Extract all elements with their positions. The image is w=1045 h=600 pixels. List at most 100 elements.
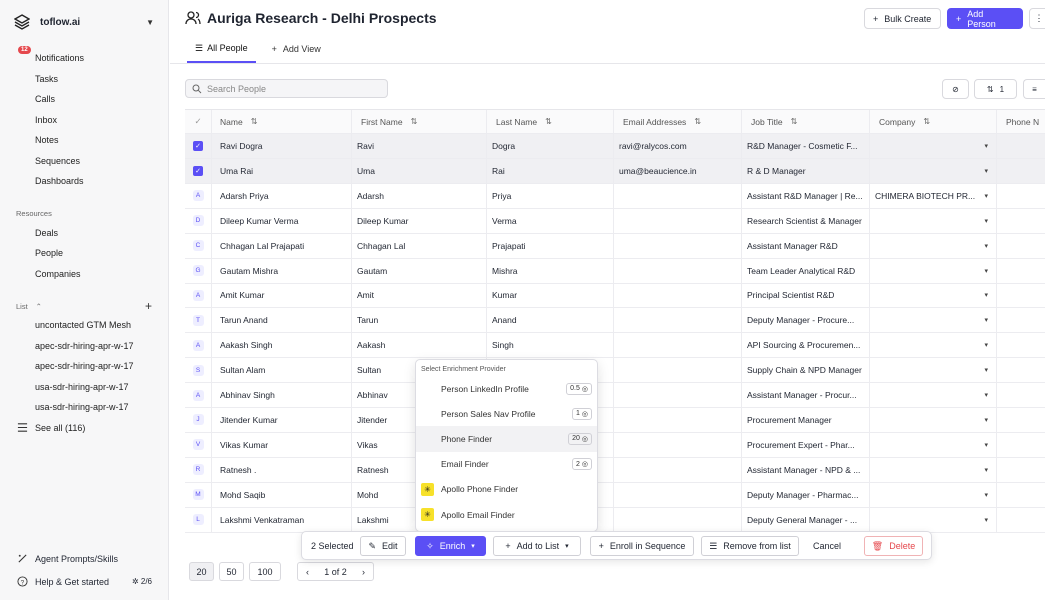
tab-all-people[interactable]: ☰ All People xyxy=(187,35,256,63)
job-title-cell[interactable]: Assistant Manager R&D xyxy=(742,233,870,258)
table-row[interactable]: G Gautam Mishra Gautam Mishra Team Leader An… xyxy=(185,258,1045,284)
last-name-cell[interactable]: Mishra xyxy=(487,258,614,283)
email-cell[interactable] xyxy=(614,432,742,457)
name-cell[interactable]: Dileep Kumar Verma xyxy=(212,208,352,233)
first-name-cell[interactable]: Dileep Kumar xyxy=(352,208,487,233)
last-name-cell[interactable]: Prajapati xyxy=(487,233,614,258)
last-name-cell[interactable]: Rai xyxy=(487,158,614,183)
bulk-create-button[interactable]: + Bulk Create xyxy=(864,8,941,29)
name-cell[interactable]: Lakshmi Venkatraman xyxy=(212,507,352,532)
name-cell[interactable]: Jitender Kumar xyxy=(212,407,352,432)
company-cell[interactable]: ▾ xyxy=(870,358,997,383)
row-select[interactable]: L xyxy=(185,507,212,532)
list-item[interactable]: usa-sdr-hiring-apr-w-17 xyxy=(0,377,168,398)
more-options-button[interactable]: ⋮ xyxy=(1029,8,1045,29)
company-cell[interactable]: ▾ xyxy=(870,457,997,482)
row-select[interactable]: G xyxy=(185,258,212,283)
chevron-down-icon[interactable]: ▾ xyxy=(984,391,988,399)
sort-arrows-icon[interactable]: ⇅ xyxy=(694,117,701,126)
table-row[interactable]: J Jitender Kumar Jitender Procurement Manag… xyxy=(185,407,1045,433)
job-title-cell[interactable]: Deputy Manager - Pharmac... xyxy=(742,482,870,507)
column-header[interactable]: Company ⇅ xyxy=(870,110,997,133)
name-cell[interactable]: Ratnesh . xyxy=(212,457,352,482)
row-select[interactable]: C xyxy=(185,233,212,258)
row-select[interactable]: A xyxy=(185,183,212,208)
first-name-cell[interactable]: Chhagan Lal xyxy=(352,233,487,258)
email-cell[interactable] xyxy=(614,383,742,407)
job-title-cell[interactable]: R & D Manager xyxy=(742,158,870,183)
job-title-cell[interactable]: Procurement Manager xyxy=(742,407,870,432)
row-select[interactable]: S xyxy=(185,358,212,383)
email-cell[interactable] xyxy=(614,358,742,383)
phone-cell[interactable] xyxy=(997,483,1045,507)
name-cell[interactable]: Abhinav Singh xyxy=(212,383,352,407)
see-all-lists[interactable]: See all (116) xyxy=(0,418,168,439)
name-cell[interactable]: Adarsh Priya xyxy=(212,183,352,208)
last-name-cell[interactable]: Priya xyxy=(487,183,614,208)
name-cell[interactable]: Aakash Singh xyxy=(212,333,352,358)
phone-cell[interactable] xyxy=(997,508,1045,532)
sort-arrows-icon[interactable]: ⇅ xyxy=(251,117,258,126)
company-cell[interactable]: ▾ xyxy=(870,432,997,457)
last-name-cell[interactable]: Dogra xyxy=(487,134,614,158)
row-select[interactable]: J xyxy=(185,407,212,432)
company-cell[interactable]: ▾ xyxy=(870,507,997,532)
phone-cell[interactable] xyxy=(997,383,1045,407)
nav-item-sequences[interactable]: Sequences xyxy=(0,151,168,172)
nav-item-dashboards[interactable]: Dashboards xyxy=(0,171,168,192)
enrichment-option[interactable]: ✳ Apollo Email Finder xyxy=(416,502,597,527)
select-all-checkbox[interactable]: ✓ xyxy=(185,110,212,133)
list-item[interactable]: apec-sdr-hiring-apr-w-17 xyxy=(0,356,168,377)
enrichment-option[interactable]: Email Finder 2 ◎ xyxy=(416,452,597,477)
email-cell[interactable]: ravi@ralycos.com xyxy=(614,134,742,158)
table-row[interactable]: C Chhagan Lal Prajapati Chhagan Lal Prajapa… xyxy=(185,233,1045,259)
name-cell[interactable]: Sultan Alam xyxy=(212,358,352,383)
nav-item-notifications[interactable]: 12 Notifications xyxy=(0,46,168,69)
nav-item-tasks[interactable]: Tasks xyxy=(0,69,168,90)
resource-item-people[interactable]: People xyxy=(0,243,168,264)
name-cell[interactable]: Vikas Kumar xyxy=(212,432,352,457)
last-name-cell[interactable]: Verma xyxy=(487,208,614,233)
sort-arrows-icon[interactable]: ⇅ xyxy=(791,117,798,126)
nav-item-calls[interactable]: Calls xyxy=(0,89,168,110)
chevron-down-icon[interactable]: ▾ xyxy=(984,291,988,299)
first-name-cell[interactable]: Tarun xyxy=(352,308,487,333)
table-row[interactable]: R Ratnesh . Ratnesh Assistant Manager - NPD… xyxy=(185,457,1045,483)
company-cell[interactable]: ▾ xyxy=(870,308,997,333)
email-cell[interactable] xyxy=(614,308,742,333)
email-cell[interactable] xyxy=(614,283,742,308)
first-name-cell[interactable]: Adarsh xyxy=(352,183,487,208)
row-select[interactable]: ✓ xyxy=(185,158,212,183)
name-cell[interactable]: Tarun Anand xyxy=(212,308,352,333)
chevron-down-icon[interactable]: ▾ xyxy=(984,242,988,250)
add-to-list-button[interactable]: + Add to List ▾ xyxy=(493,536,581,556)
name-cell[interactable]: Chhagan Lal Prajapati xyxy=(212,233,352,258)
chevron-down-icon[interactable]: ▾ xyxy=(984,316,988,324)
table-row[interactable]: ✓ Uma Rai Uma Rai uma@beaucience.in R & D Man… xyxy=(185,158,1045,184)
email-cell[interactable] xyxy=(614,208,742,233)
chevron-down-icon[interactable]: ▾ xyxy=(984,441,988,449)
resource-item-companies[interactable]: Companies xyxy=(0,264,168,285)
row-select[interactable]: T xyxy=(185,308,212,333)
last-name-cell[interactable]: Anand xyxy=(487,308,614,333)
cancel-button[interactable]: Cancel xyxy=(805,536,849,556)
column-header[interactable]: Job Title ⇅ xyxy=(742,110,870,133)
page-size-100[interactable]: 100 xyxy=(249,562,281,581)
remove-from-list-button[interactable]: ☰ Remove from list xyxy=(701,536,799,556)
phone-cell[interactable] xyxy=(997,134,1045,158)
chevron-down-icon[interactable]: ▾ xyxy=(984,491,988,499)
sort-arrows-icon[interactable]: ⇅ xyxy=(923,117,930,126)
company-cell[interactable]: ▾ xyxy=(870,233,997,258)
agent-prompts-link[interactable]: Agent Prompts/Skills xyxy=(0,553,169,564)
hide-fields-button[interactable]: ⊘ xyxy=(942,79,969,99)
workspace-switcher[interactable]: toflow.ai ▼ xyxy=(0,0,168,44)
help-link[interactable]: ? Help & Get started ✲ 2/6 xyxy=(0,576,169,587)
chevron-down-icon[interactable]: ▾ xyxy=(984,167,988,175)
enrichment-option[interactable]: ✳ Apollo Phone Finder xyxy=(416,477,597,502)
table-row[interactable]: A Adarsh Priya Adarsh Priya Assistant R&D Ma… xyxy=(185,183,1045,209)
row-select[interactable]: A xyxy=(185,283,212,308)
phone-cell[interactable] xyxy=(997,209,1045,233)
column-header[interactable]: Last Name ⇅ xyxy=(487,110,614,133)
row-select[interactable]: D xyxy=(185,208,212,233)
email-cell[interactable] xyxy=(614,507,742,532)
